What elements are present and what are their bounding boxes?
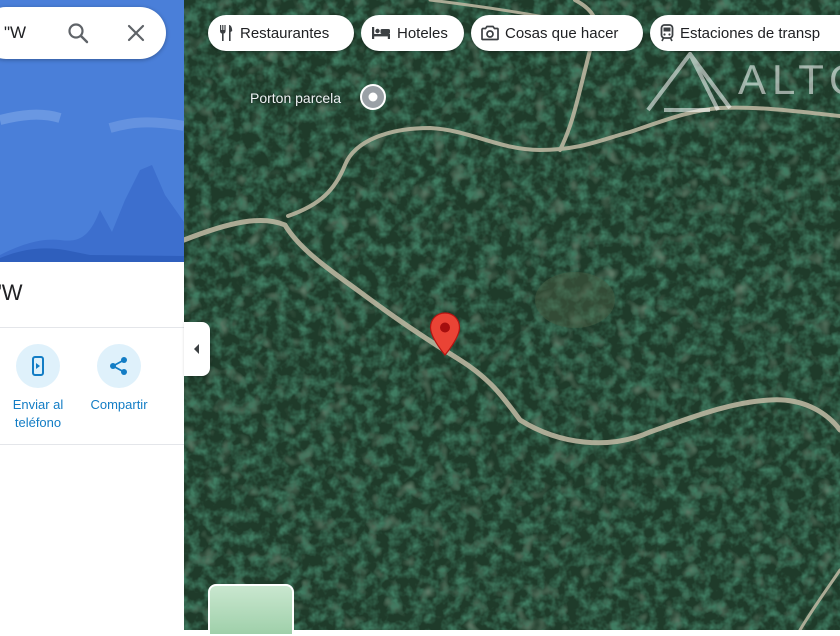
train-icon (660, 24, 674, 42)
send-to-phone-label: Enviar al teléfono (12, 397, 64, 430)
divider (0, 327, 184, 328)
share-button[interactable]: Compartir (79, 344, 159, 414)
chip-hotels[interactable]: Hoteles (361, 15, 464, 51)
search-icon[interactable] (66, 21, 90, 45)
coordinates-title: "W (0, 280, 23, 305)
share-icon (110, 357, 127, 375)
layers-thumbnail[interactable] (208, 584, 294, 636)
chip-things-to-do[interactable]: Cosas que hacer (471, 15, 643, 51)
phone-send-icon (32, 356, 44, 376)
chip-transit-stations[interactable]: Estaciones de transp (650, 15, 840, 51)
share-circle (97, 344, 141, 388)
camera-icon (481, 25, 499, 41)
divider (0, 444, 184, 445)
place-details-panel: "W "W Enviar alteléfono (0, 0, 184, 630)
map-place-label[interactable]: Porton parcela (250, 90, 341, 106)
location-pin-icon[interactable] (427, 311, 463, 357)
chip-label: Hoteles (397, 24, 448, 42)
chip-restaurants[interactable]: Restaurantes (208, 15, 354, 51)
bed-icon (372, 27, 390, 39)
fork-knife-icon (220, 25, 233, 41)
chip-label: Cosas que hacer (505, 24, 619, 42)
close-icon[interactable] (124, 21, 148, 45)
share-label: Compartir (90, 397, 148, 412)
search-box[interactable]: "W (0, 7, 166, 59)
chip-label: Restaurantes (240, 24, 330, 42)
search-input[interactable]: "W (4, 23, 26, 43)
chevron-left-icon (194, 344, 199, 354)
send-to-phone-button[interactable]: Enviar al teléfono (0, 344, 78, 432)
send-to-phone-circle (16, 344, 60, 388)
chip-label: Estaciones de transp (680, 24, 821, 42)
watermark-text: ALTO (738, 56, 840, 103)
place-pin-icon[interactable] (359, 83, 387, 111)
collapse-panel-button[interactable] (184, 322, 210, 376)
